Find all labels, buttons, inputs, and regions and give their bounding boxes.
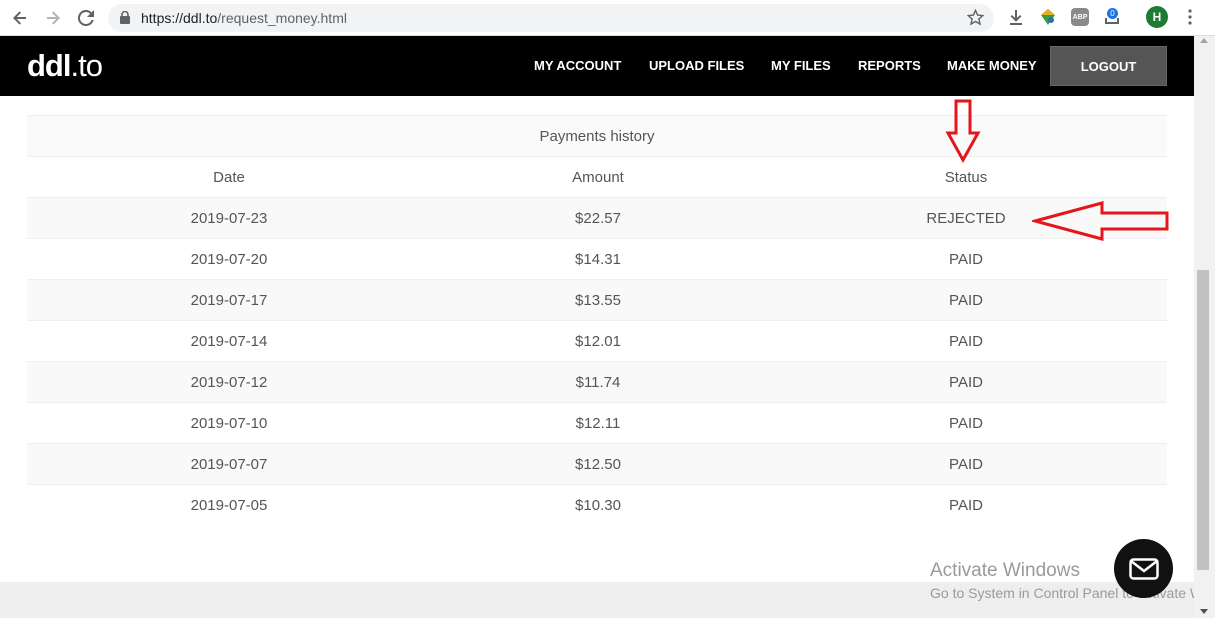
- cell-date: 2019-07-07: [27, 443, 431, 485]
- cell-amount: $22.57: [431, 197, 765, 239]
- arrow-right-icon: [47, 11, 60, 25]
- scroll-down-arrow-icon[interactable]: [1200, 609, 1208, 614]
- table-row: 2019-07-07 $12.50 PAID: [27, 443, 1167, 485]
- cell-status: PAID: [765, 320, 1167, 362]
- nav-reports[interactable]: REPORTS: [858, 58, 921, 73]
- page-scrollbar[interactable]: [1194, 36, 1215, 618]
- table-row: 2019-07-17 $13.55 PAID: [27, 279, 1167, 321]
- cell-status: PAID: [765, 238, 1167, 280]
- extension-count-badge: 0: [1107, 8, 1118, 19]
- cell-date: 2019-07-20: [27, 238, 431, 280]
- annotation-arrow-down-icon: [945, 99, 981, 163]
- extension-abp[interactable]: ABP: [1070, 7, 1090, 27]
- scroll-up-arrow-icon[interactable]: [1200, 38, 1208, 43]
- nav-my-files[interactable]: MY FILES: [771, 58, 831, 73]
- cell-amount: $11.74: [431, 361, 765, 403]
- lock-icon: [120, 11, 130, 24]
- extension-notification-icon: 0: [1102, 8, 1120, 26]
- cell-date: 2019-07-17: [27, 279, 431, 321]
- extension-gem[interactable]: [1038, 7, 1058, 27]
- table-row: 2019-07-12 $11.74 PAID: [27, 361, 1167, 403]
- cell-amount: $12.50: [431, 443, 765, 485]
- cell-amount: $13.55: [431, 279, 765, 321]
- table-caption-row: Payments history: [27, 115, 1167, 157]
- payments-table-container: Payments history Date Amount Status 2019…: [27, 115, 1167, 526]
- cell-date: 2019-07-10: [27, 402, 431, 444]
- site-logo[interactable]: ddl.to: [27, 48, 103, 84]
- payments-history-title: Payments history: [27, 115, 1167, 157]
- cell-amount: $10.30: [431, 484, 765, 526]
- download-button[interactable]: [1006, 7, 1026, 27]
- mail-icon: [1128, 557, 1159, 580]
- cell-date: 2019-07-14: [27, 320, 431, 362]
- logout-button[interactable]: LOGOUT: [1050, 46, 1167, 86]
- table-row: 2019-07-14 $12.01 PAID: [27, 320, 1167, 362]
- reload-icon: [78, 10, 94, 26]
- arrow-left-icon: [13, 11, 26, 25]
- cell-amount: $12.01: [431, 320, 765, 362]
- table-row: 2019-07-10 $12.11 PAID: [27, 402, 1167, 444]
- cell-status: PAID: [765, 402, 1167, 444]
- scroll-thumb[interactable]: [1197, 270, 1209, 570]
- header-date: Date: [27, 156, 431, 198]
- download-icon: [1010, 10, 1022, 25]
- site-header: ddl.to MY ACCOUNT UPLOAD FILES MY FILES …: [0, 36, 1194, 96]
- address-url: https://ddl.to/request_money.html: [141, 10, 347, 26]
- table-row: 2019-07-23 $22.57 REJECTED: [27, 197, 1167, 239]
- cell-amount: $14.31: [431, 238, 765, 280]
- extension-badge[interactable]: 0: [1101, 7, 1121, 27]
- table-header-row: Date Amount Status: [27, 156, 1167, 198]
- cell-date: 2019-07-23: [27, 197, 431, 239]
- cell-date: 2019-07-12: [27, 361, 431, 403]
- nav-my-account[interactable]: MY ACCOUNT: [534, 58, 621, 73]
- cell-amount: $12.11: [431, 402, 765, 444]
- header-amount: Amount: [431, 156, 765, 198]
- reload-button[interactable]: [74, 6, 98, 30]
- profile-avatar[interactable]: H: [1146, 6, 1168, 28]
- payments-history-table: Payments history Date Amount Status 2019…: [27, 115, 1167, 526]
- cell-status: PAID: [765, 484, 1167, 526]
- browser-menu-button[interactable]: [1180, 7, 1200, 27]
- main-content: Payments history Date Amount Status 2019…: [0, 96, 1194, 582]
- browser-toolbar: https://ddl.to/request_money.html ABP 0 …: [0, 0, 1215, 36]
- cell-status: PAID: [765, 443, 1167, 485]
- table-row: 2019-07-05 $10.30 PAID: [27, 484, 1167, 526]
- gem-extension-icon: [1041, 9, 1055, 25]
- forward-button[interactable]: [41, 6, 65, 30]
- nav-make-money[interactable]: MAKE MONEY: [947, 58, 1037, 73]
- adblock-plus-icon: ABP: [1071, 8, 1089, 26]
- cell-status: PAID: [765, 361, 1167, 403]
- annotation-arrow-left-icon: [1032, 201, 1169, 241]
- nav-upload-files[interactable]: UPLOAD FILES: [649, 58, 744, 73]
- address-bar[interactable]: https://ddl.to/request_money.html: [108, 4, 994, 32]
- star-icon[interactable]: [967, 9, 984, 26]
- table-row: 2019-07-20 $14.31 PAID: [27, 238, 1167, 280]
- back-button[interactable]: [8, 6, 32, 30]
- cell-status: PAID: [765, 279, 1167, 321]
- cell-date: 2019-07-05: [27, 484, 431, 526]
- chat-button[interactable]: [1114, 539, 1173, 598]
- more-vert-icon: [1188, 9, 1192, 25]
